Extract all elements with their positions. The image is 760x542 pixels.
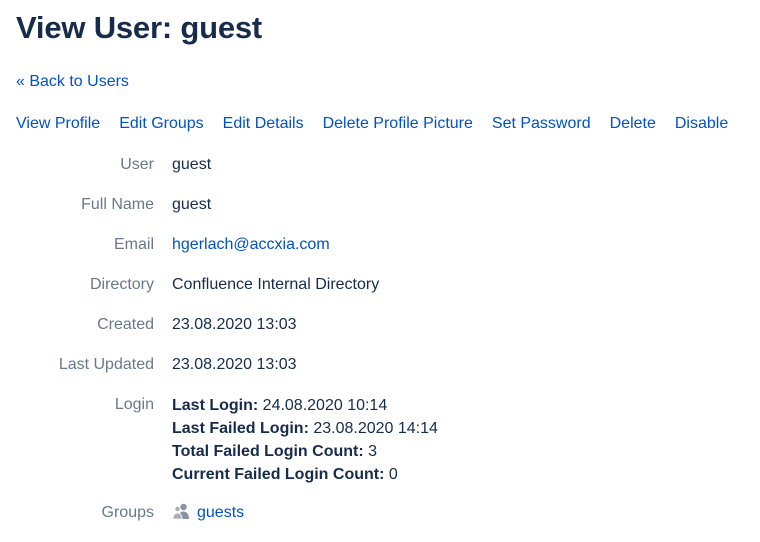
edit-groups-link[interactable]: Edit Groups (119, 114, 203, 134)
created-row: Created 23.08.2020 13:03 (0, 314, 760, 336)
login-row: Login Last Login: 24.08.2020 10:14 Last … (0, 394, 760, 486)
directory-value: Confluence Internal Directory (172, 276, 380, 293)
current-failed-count-label: Current Failed Login Count: (172, 466, 385, 483)
last-login-label: Last Login: (172, 397, 259, 414)
delete-profile-picture-link[interactable]: Delete Profile Picture (323, 114, 473, 134)
edit-details-link[interactable]: Edit Details (223, 114, 304, 134)
last-login-line: Last Login: 24.08.2020 10:14 (172, 394, 438, 417)
groups-row: Groups guests (0, 502, 760, 524)
page-title: View User: guest (16, 10, 263, 45)
last-failed-login-value: 23.08.2020 14:14 (308, 420, 438, 437)
fullname-row: Full Name guest (0, 194, 760, 216)
group-icon (172, 502, 190, 520)
user-details: User guest Full Name guest Email hgerlac… (0, 154, 760, 542)
group-link-guests[interactable]: guests (197, 504, 244, 521)
last-updated-row: Last Updated 23.08.2020 13:03 (0, 354, 760, 376)
created-label: Created (97, 316, 154, 333)
fullname-value: guest (172, 196, 212, 213)
last-updated-value: 23.08.2020 13:03 (172, 356, 297, 373)
created-value: 23.08.2020 13:03 (172, 316, 297, 333)
current-failed-count-line: Current Failed Login Count: 0 (172, 463, 438, 486)
set-password-link[interactable]: Set Password (492, 114, 591, 134)
last-updated-label: Last Updated (58, 356, 154, 373)
total-failed-count-label: Total Failed Login Count: (172, 443, 364, 460)
login-label: Login (114, 396, 154, 413)
email-link[interactable]: hgerlach@accxia.com (172, 234, 330, 256)
directory-row: Directory Confluence Internal Directory (0, 274, 760, 296)
user-actions-bar: View Profile Edit Groups Edit Details De… (16, 114, 728, 134)
user-value: guest (172, 156, 212, 173)
groups-label: Groups (101, 504, 154, 521)
login-info: Last Login: 24.08.2020 10:14 Last Failed… (172, 394, 438, 486)
view-profile-link[interactable]: View Profile (16, 114, 100, 134)
groups-value: guests (172, 502, 244, 524)
disable-user-link[interactable]: Disable (675, 114, 728, 134)
last-failed-login-line: Last Failed Login: 23.08.2020 14:14 (172, 417, 438, 440)
current-failed-count-value: 0 (384, 466, 398, 483)
last-failed-login-label: Last Failed Login: (172, 420, 309, 437)
last-login-value: 24.08.2020 10:14 (258, 397, 388, 414)
email-label: Email (113, 236, 154, 253)
total-failed-count-value: 3 (363, 443, 378, 460)
user-row: User guest (0, 154, 760, 176)
fullname-label: Full Name (81, 196, 154, 213)
user-label: User (120, 156, 154, 173)
total-failed-count-line: Total Failed Login Count: 3 (172, 440, 438, 463)
directory-label: Directory (89, 276, 154, 293)
email-row: Email hgerlach@accxia.com (0, 234, 760, 256)
delete-user-link[interactable]: Delete (610, 114, 656, 134)
back-to-users-link[interactable]: « Back to Users (16, 72, 129, 92)
